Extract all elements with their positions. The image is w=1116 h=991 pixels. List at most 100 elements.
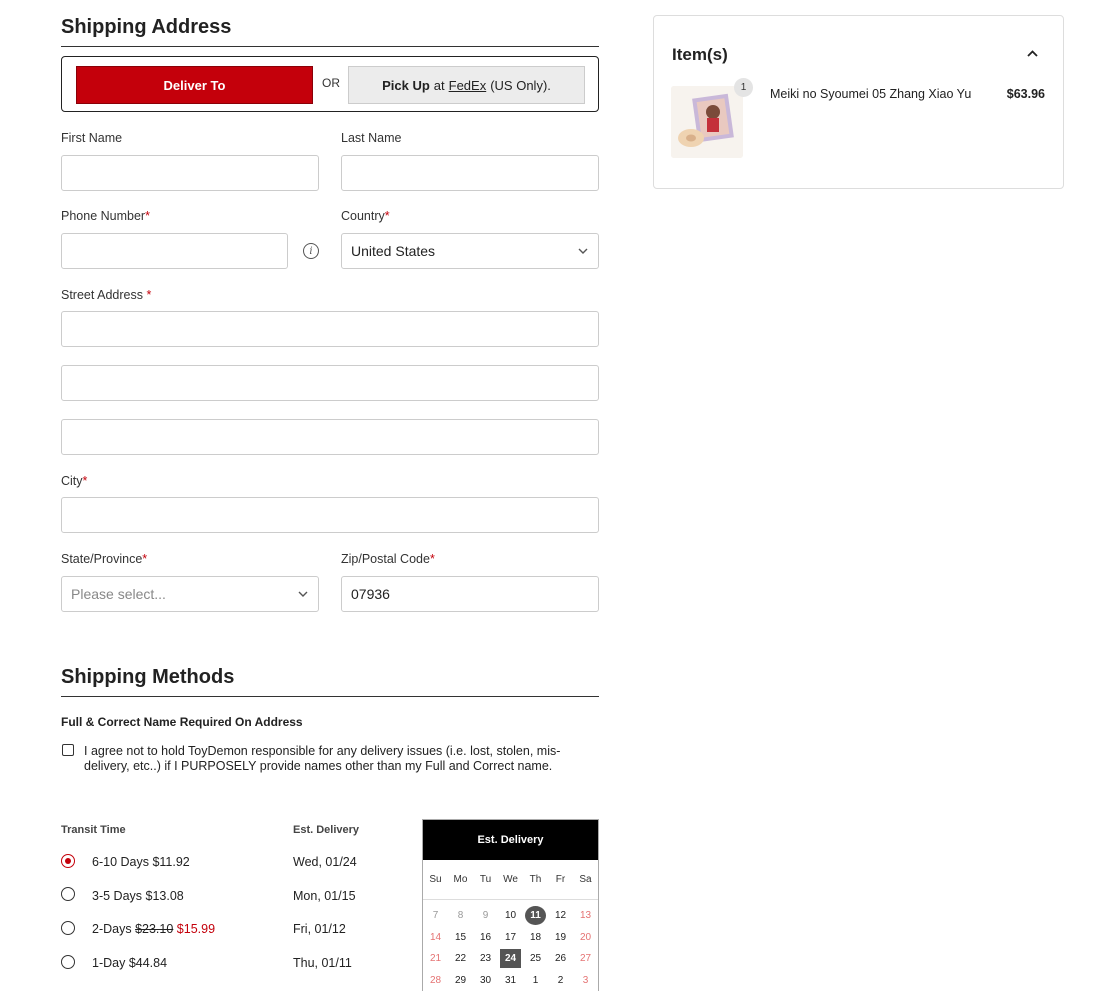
state-label-text: State/Province	[61, 552, 143, 566]
shipping-option-radio[interactable]	[61, 955, 75, 969]
required-mark: *	[142, 552, 148, 566]
shipping-option-radio[interactable]	[61, 854, 75, 868]
calendar-day[interactable]: 27	[573, 948, 598, 970]
calendar-day[interactable]: 17	[498, 927, 523, 949]
pickup-suffix: (US Only).	[490, 77, 551, 93]
calendar-day-number: 19	[554, 931, 567, 943]
weekday-label: Tu	[479, 874, 492, 885]
cart-title: Item(s)	[672, 45, 728, 64]
calendar-day[interactable]: 19	[548, 927, 573, 949]
required-mark: *	[384, 209, 390, 223]
required-mark: *	[145, 209, 150, 223]
country-value: United States	[351, 243, 436, 259]
calendar-day[interactable]: 20	[573, 927, 598, 949]
shipping-option-est: Thu, 01/11	[293, 956, 352, 970]
calendar-day-number: 3	[582, 974, 589, 986]
state-placeholder: Please select...	[71, 586, 166, 602]
calendar-day[interactable]: 23	[473, 948, 498, 970]
calendar-day[interactable]: 11	[523, 905, 548, 927]
calendar-day[interactable]: 3	[573, 970, 598, 991]
calendar-day-number: 26	[554, 953, 567, 965]
first-name-label: First Name	[61, 131, 123, 145]
calendar-day[interactable]: 1	[523, 970, 548, 991]
calendar-weekdays: Su Mo Tu We Th Fr Sa	[423, 860, 598, 900]
calendar-day[interactable]: 15	[448, 927, 473, 949]
cart-summary: Item(s) 1 Meiki no Syoumei 05 Zhang Xiao…	[653, 15, 1064, 189]
original-price: $23.10	[135, 922, 174, 936]
pickup-fedex-button[interactable]: Pick Up at FedEx (US Only).	[348, 66, 585, 104]
calendar-days: 7 8 9 10 11 12 13 14 15 16 17 18 19 20 21 22 23 24 25 26 27 2…	[423, 900, 598, 991]
calendar-day[interactable]: 14	[423, 927, 448, 949]
calendar-day[interactable]: 22	[448, 948, 473, 970]
calendar-day-number: 25	[529, 953, 542, 965]
shipping-option-est: Fri, 01/12	[293, 922, 346, 936]
calendar-day[interactable]: 10	[498, 905, 523, 927]
calendar-day[interactable]: 31	[498, 970, 523, 991]
calendar-day[interactable]: 25	[523, 948, 548, 970]
calendar-day[interactable]: 16	[473, 927, 498, 949]
street-line2-input[interactable]	[61, 365, 599, 401]
calendar-day-number: 20	[579, 931, 592, 943]
calendar-day[interactable]: 13	[573, 905, 598, 927]
city-label: City*	[61, 474, 87, 488]
city-input[interactable]	[61, 497, 599, 533]
methods-divider	[61, 696, 599, 697]
state-label: State/Province*	[61, 552, 147, 566]
calendar-day[interactable]: 29	[448, 970, 473, 991]
calendar-day-number: 16	[479, 931, 492, 943]
calendar-day[interactable]: 30	[473, 970, 498, 991]
calendar-day-number: 21	[429, 953, 442, 965]
deliver-to-button[interactable]: Deliver To	[76, 66, 313, 104]
product-price: $63.96	[1006, 87, 1045, 101]
weekday-label: Fr	[555, 874, 566, 885]
shipping-option-est: Mon, 01/15	[293, 889, 356, 903]
info-icon[interactable]: i	[303, 243, 319, 259]
country-select[interactable]: United States	[341, 233, 599, 269]
calendar-day[interactable]: 18	[523, 927, 548, 949]
shipping-option-label[interactable]: 3-5 Days $13.08	[92, 889, 184, 903]
product-name[interactable]: Meiki no Syoumei 05 Zhang Xiao Yu	[770, 87, 971, 101]
chevron-down-icon	[297, 588, 309, 600]
calendar-day-number: 7	[432, 910, 439, 922]
calendar-day[interactable]: 9	[473, 905, 498, 927]
shipping-option-radio[interactable]	[61, 887, 75, 901]
calendar-day-number: 12	[554, 910, 567, 922]
calendar-day-number: 29	[454, 974, 467, 986]
est-delivery-header: Est. Delivery	[293, 824, 360, 836]
product-thumbnail[interactable]	[671, 86, 743, 158]
calendar-day-number: 23	[479, 953, 492, 965]
calendar-day-number: 10	[504, 910, 517, 922]
calendar-day[interactable]: 26	[548, 948, 573, 970]
last-name-input[interactable]	[341, 155, 599, 191]
shipping-address-title: Shipping Address	[61, 16, 232, 38]
chevron-up-icon[interactable]	[1025, 46, 1039, 60]
shipping-option-label[interactable]: 6-10 Days $11.92	[92, 855, 190, 869]
shipping-option-radio[interactable]	[61, 921, 75, 935]
fedex-link[interactable]: FedEx	[449, 78, 487, 93]
calendar-day[interactable]: 7	[423, 905, 448, 927]
calendar-day-number: 31	[504, 974, 517, 986]
agreement-checkbox[interactable]	[62, 744, 74, 756]
state-select[interactable]: Please select...	[61, 576, 319, 612]
first-name-input[interactable]	[61, 155, 319, 191]
agreement-text: I agree not to hold ToyDemon responsible…	[84, 744, 561, 773]
calendar-day-number: 2	[557, 974, 564, 986]
street-line1-input[interactable]	[61, 311, 599, 347]
calendar-day-number: 22	[454, 953, 467, 965]
pickup-at: at	[433, 77, 445, 93]
calendar-day[interactable]: 8	[448, 905, 473, 927]
calendar-day[interactable]: 24	[498, 948, 523, 970]
phone-input[interactable]	[61, 233, 288, 269]
calendar-day-number: 27	[579, 953, 592, 965]
calendar-day[interactable]: 28	[423, 970, 448, 991]
calendar-day[interactable]: 12	[548, 905, 573, 927]
street-line3-input[interactable]	[61, 419, 599, 455]
required-mark: *	[146, 288, 152, 302]
calendar-day[interactable]: 21	[423, 948, 448, 970]
calendar-day[interactable]: 2	[548, 970, 573, 991]
sale-price: $15.99	[176, 922, 216, 936]
shipping-option-label[interactable]: 1-Day $44.84	[92, 956, 167, 970]
zip-input[interactable]	[341, 576, 599, 612]
shipping-option-label[interactable]: 2-Days $23.10 $15.99	[92, 922, 215, 936]
calendar-day-number: 1	[532, 974, 539, 986]
